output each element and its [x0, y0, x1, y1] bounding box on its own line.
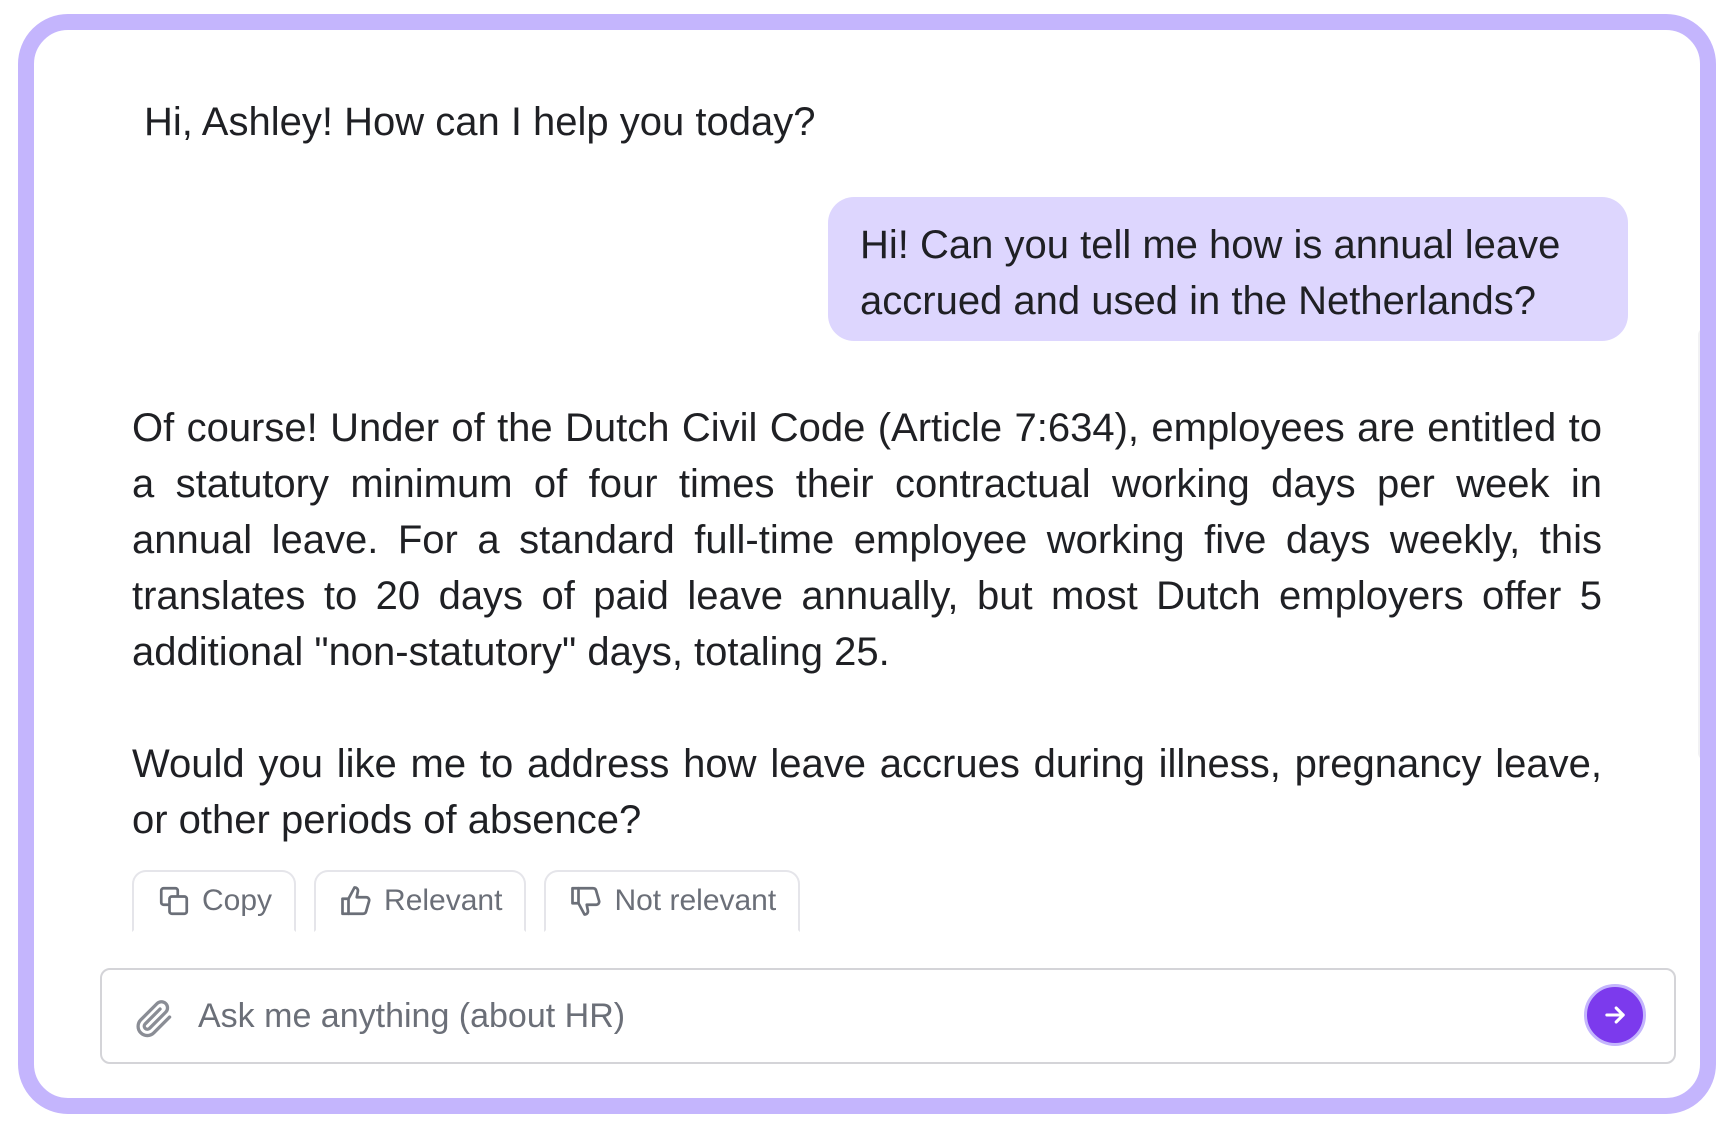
- user-message-line: accrued and used in the Netherlands?: [860, 279, 1537, 323]
- relevant-label: Relevant: [384, 884, 503, 917]
- copy-button[interactable]: Copy: [132, 870, 297, 932]
- scrollbar[interactable]: [1698, 328, 1700, 760]
- copy-icon: [159, 886, 189, 916]
- thumbs-up-icon: [341, 886, 371, 916]
- message-composer: [100, 968, 1676, 1064]
- assistant-greeting: Hi, Ashley! How can I help you today?: [144, 100, 816, 144]
- message-actions: Copy Relevant Not relevant: [132, 870, 801, 932]
- user-message-line: Hi! Can you tell me how is annual leave: [860, 223, 1561, 267]
- not-relevant-button[interactable]: Not relevant: [544, 870, 801, 932]
- paperclip-icon[interactable]: [132, 996, 176, 1040]
- assistant-reply-paragraph: Would you like me to address how leave a…: [132, 742, 1602, 842]
- send-button[interactable]: [1584, 984, 1646, 1046]
- not-relevant-label: Not relevant: [614, 884, 777, 917]
- arrow-right-icon: [1605, 1006, 1625, 1024]
- copy-label: Copy: [202, 884, 273, 917]
- chat-window: Hi, Ashley! How can I help you today? Hi…: [18, 14, 1716, 1114]
- chat-input[interactable]: [198, 988, 1538, 1044]
- thumbs-down-icon: [571, 886, 601, 916]
- relevant-button[interactable]: Relevant: [314, 870, 527, 932]
- assistant-reply: Of course! Under of the Dutch Civil Code…: [132, 400, 1602, 848]
- assistant-reply-paragraph: Of course! Under of the Dutch Civil Code…: [132, 406, 1602, 674]
- user-message-bubble: Hi! Can you tell me how is annual leave …: [828, 197, 1628, 341]
